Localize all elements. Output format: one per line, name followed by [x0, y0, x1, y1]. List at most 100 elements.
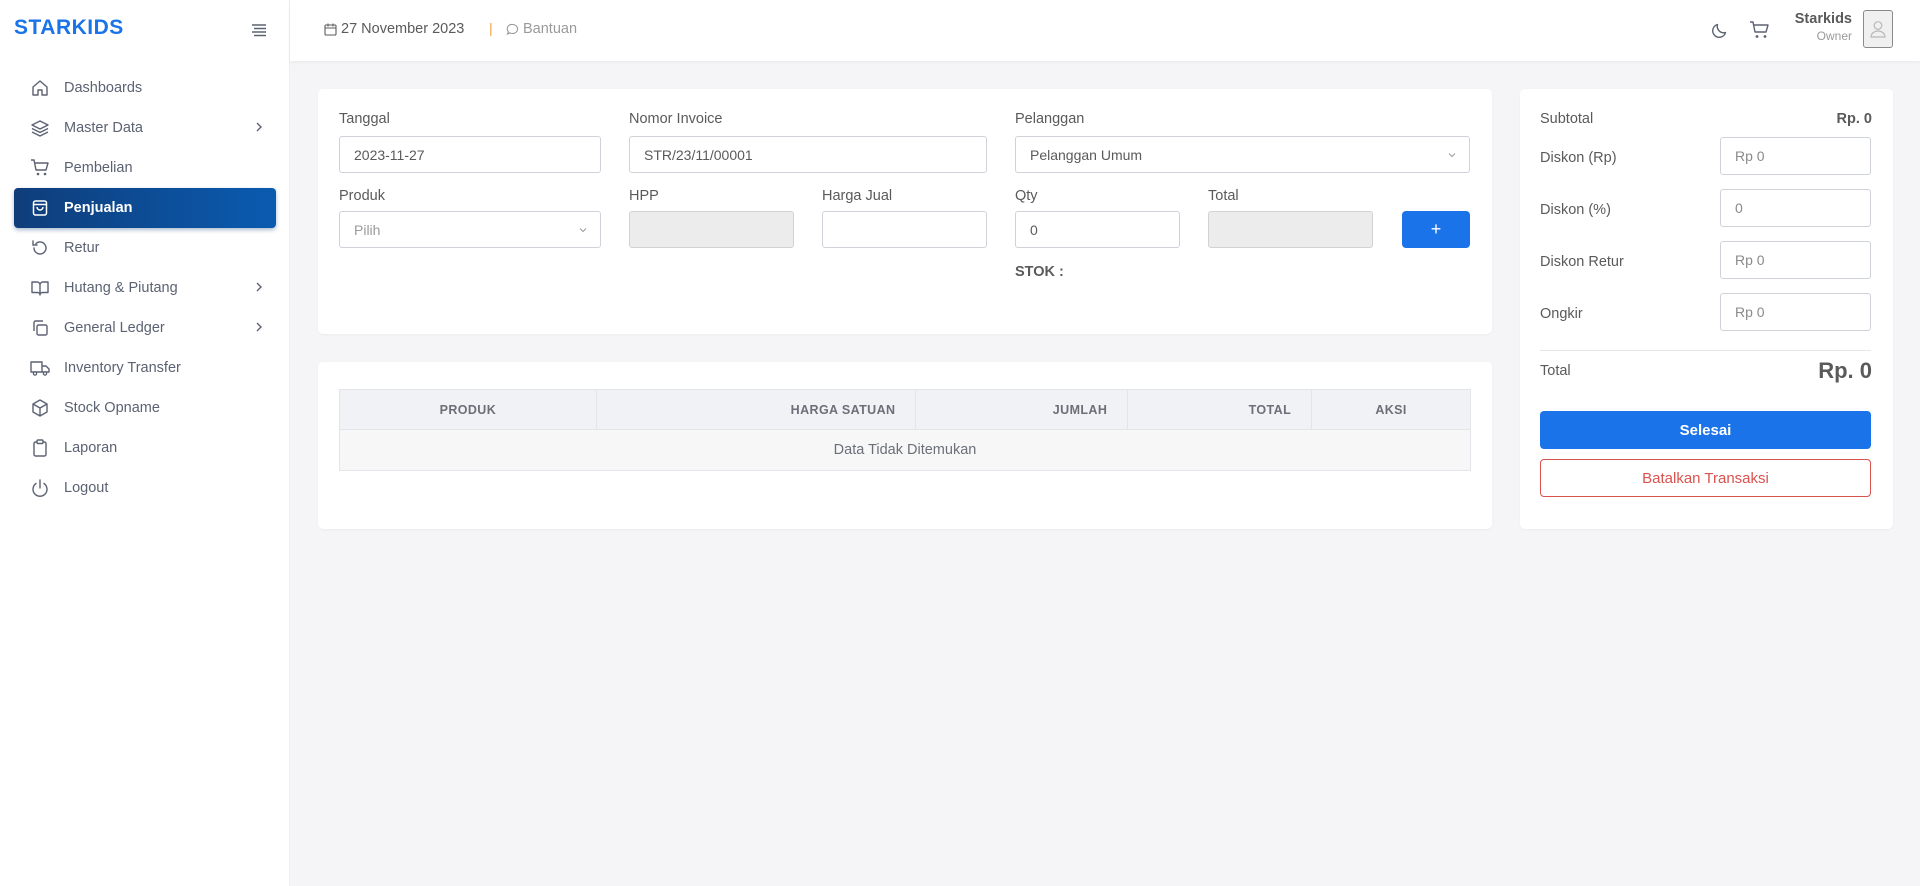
dark-mode-toggle-icon[interactable]	[1710, 20, 1730, 40]
sidebar-item-laporan[interactable]: Laporan	[14, 428, 276, 468]
diskon-retur-input[interactable]: Rp 0	[1720, 241, 1871, 279]
menu-toggle-icon[interactable]	[250, 22, 268, 38]
user-icon	[1870, 21, 1886, 38]
sidebar-item-label: Laporan	[64, 440, 118, 456]
subtotal-label: Subtotal	[1540, 111, 1594, 127]
sidebar-nav: Dashboards Master Data Pembelian Penjual…	[14, 68, 276, 508]
pelanggan-selected-value: Pelanggan Umum	[1030, 146, 1143, 163]
sidebar-item-general-ledger[interactable]: General Ledger	[14, 308, 276, 348]
shopping-bag-icon	[30, 198, 50, 218]
brand-logo[interactable]: STARKIDS	[14, 16, 124, 40]
pelanggan-select[interactable]: Pelanggan Umum	[1015, 136, 1470, 173]
calendar-icon	[324, 23, 337, 36]
cancel-transaction-button[interactable]: Batalkan Transaksi	[1540, 459, 1871, 497]
diskon-rp-input[interactable]: Rp 0	[1720, 137, 1871, 175]
user-name: Starkids	[1794, 11, 1852, 27]
help-link-label: Bantuan	[523, 21, 578, 37]
diskon-pct-input[interactable]: 0	[1720, 189, 1871, 227]
column-header-harga-satuan: HARGA SATUAN	[595, 389, 917, 430]
column-header-aksi: AKSI	[1311, 389, 1471, 430]
top-header: 27 November 2023 | Bantuan Starkids Owne…	[290, 0, 1920, 61]
book-icon	[30, 278, 50, 298]
sidebar: STARKIDS Dashboards Master Data Pembelia…	[0, 0, 290, 886]
avatar[interactable]	[1863, 10, 1893, 48]
sidebar-item-hutang-piutang[interactable]: Hutang & Piutang	[14, 268, 276, 308]
grand-total-label: Total	[1540, 363, 1571, 379]
summary-divider	[1540, 350, 1871, 351]
items-table: PRODUK HARGA SATUAN JUMLAH TOTAL AKSI Da…	[339, 389, 1471, 471]
header-date-text: 27 November 2023	[341, 21, 465, 37]
user-role: Owner	[1816, 29, 1852, 43]
hpp-label: HPP	[629, 188, 659, 204]
empty-table-message: Data Tidak Ditemukan	[339, 429, 1471, 471]
produk-placeholder: Pilih	[354, 221, 381, 238]
layers-icon	[30, 118, 50, 138]
hpp-input	[629, 211, 794, 248]
harga-jual-label: Harga Jual	[822, 188, 893, 204]
total-label: Total	[1208, 188, 1239, 204]
box-icon	[30, 398, 50, 418]
pelanggan-label: Pelanggan	[1015, 111, 1085, 127]
sidebar-item-inventory-transfer[interactable]: Inventory Transfer	[14, 348, 276, 388]
truck-icon	[30, 358, 50, 378]
chevron-right-icon	[256, 282, 262, 292]
sidebar-item-pembelian[interactable]: Pembelian	[14, 148, 276, 188]
help-link[interactable]: Bantuan	[506, 21, 577, 37]
total-input	[1208, 211, 1373, 248]
diskon-pct-label: Diskon (%)	[1540, 202, 1611, 218]
harga-jual-input[interactable]	[822, 211, 987, 248]
stock-label: STOK :	[1015, 264, 1064, 280]
sidebar-item-master-data[interactable]: Master Data	[14, 108, 276, 148]
chat-bubble-icon	[506, 23, 519, 35]
diskon-rp-label: Diskon (Rp)	[1540, 150, 1617, 166]
table-row: Data Tidak Ditemukan	[339, 429, 1471, 471]
sidebar-item-dashboards[interactable]: Dashboards	[14, 68, 276, 108]
table-header-row: PRODUK HARGA SATUAN JUMLAH TOTAL AKSI	[339, 389, 1471, 430]
chevron-down-icon	[579, 228, 587, 233]
sidebar-item-retur[interactable]: Retur	[14, 228, 276, 268]
sidebar-item-label: Penjualan	[64, 200, 133, 216]
ongkir-input[interactable]: Rp 0	[1720, 293, 1871, 331]
sidebar-item-label: Pembelian	[64, 160, 133, 176]
sidebar-item-label: Inventory Transfer	[64, 360, 181, 376]
sidebar-item-label: Logout	[64, 480, 109, 496]
invoice-number-input[interactable]: STR/23/11/00001	[629, 136, 987, 173]
produk-select[interactable]: Pilih	[339, 211, 601, 248]
sidebar-item-label: Dashboards	[64, 80, 143, 96]
add-item-button[interactable]: +	[1402, 211, 1470, 248]
tanggal-label: Tanggal	[339, 111, 390, 127]
copy-icon	[30, 318, 50, 338]
sidebar-item-logout[interactable]: Logout	[14, 468, 276, 508]
column-header-produk: PRODUK	[339, 389, 597, 430]
ongkir-label: Ongkir	[1540, 306, 1583, 322]
qty-label: Qty	[1015, 188, 1038, 204]
items-table-card: PRODUK HARGA SATUAN JUMLAH TOTAL AKSI Da…	[318, 362, 1492, 529]
tanggal-input[interactable]: 2023-11-27	[339, 136, 601, 173]
chevron-right-icon	[256, 322, 262, 332]
sidebar-item-label: Master Data	[64, 120, 143, 136]
chevron-down-icon	[1448, 153, 1456, 158]
qty-input[interactable]: 0	[1015, 211, 1180, 248]
sidebar-item-penjualan[interactable]: Penjualan	[14, 188, 276, 228]
sidebar-item-label: Hutang & Piutang	[64, 280, 178, 296]
chevron-right-icon	[256, 122, 262, 132]
refresh-icon	[30, 238, 50, 258]
subtotal-value: Rp. 0	[1836, 111, 1872, 127]
sidebar-item-label: Retur	[64, 240, 100, 256]
sidebar-item-label: General Ledger	[64, 320, 165, 336]
column-header-total: TOTAL	[1127, 389, 1313, 430]
sidebar-item-stock-opname[interactable]: Stock Opname	[14, 388, 276, 428]
sale-form-card: Tanggal 2023-11-27 Nomor Invoice STR/23/…	[318, 89, 1492, 334]
produk-label: Produk	[339, 188, 385, 204]
clipboard-icon	[30, 438, 50, 458]
summary-card: Subtotal Rp. 0 Diskon (Rp) Rp 0 Diskon (…	[1520, 89, 1893, 529]
column-header-jumlah: JUMLAH	[915, 389, 1129, 430]
grand-total-value: Rp. 0	[1818, 358, 1872, 383]
cart-icon	[30, 158, 50, 178]
cart-icon[interactable]	[1749, 20, 1771, 40]
power-icon	[30, 478, 50, 498]
finish-button[interactable]: Selesai	[1540, 411, 1871, 449]
header-separator: |	[489, 20, 493, 36]
user-info[interactable]: Starkids Owner	[1790, 11, 1852, 43]
header-date: 27 November 2023	[324, 21, 464, 37]
